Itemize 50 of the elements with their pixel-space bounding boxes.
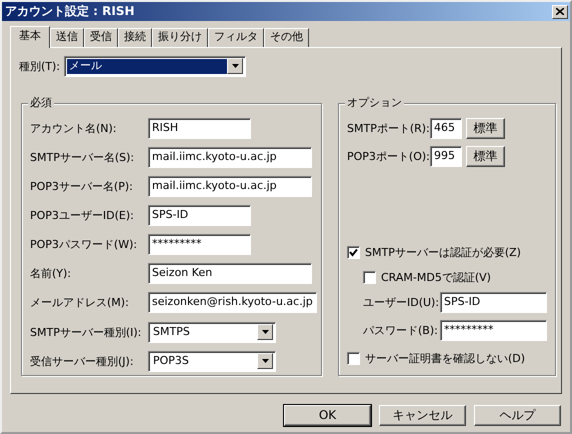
default-button[interactable]: 標準 [466, 146, 505, 167]
field-label: SMTPサーバー種別(I): [30, 326, 142, 340]
checkbox[interactable] [347, 352, 360, 365]
default-button[interactable]: 標準 [466, 118, 505, 139]
text-field[interactable]: ********* [148, 234, 251, 255]
tab[interactable]: 接続 [118, 28, 152, 47]
dropdown-field[interactable]: SMTPS [148, 322, 276, 343]
text-field[interactable]: seizonken@rish.kyoto-u.ac.jp [148, 292, 317, 313]
group-title: オプション [345, 96, 404, 110]
tab[interactable]: 基本 [10, 26, 50, 48]
tab[interactable]: 振り分け [152, 28, 208, 47]
field-label: メールアドレス(M): [30, 296, 130, 310]
checkbox-label[interactable]: SMTPサーバーは認証が必要(Z) [365, 246, 521, 260]
checkbox-label[interactable]: サーバー証明書を確認しない(D) [365, 352, 526, 366]
dialog-button[interactable]: OK [284, 405, 371, 426]
field-label: パスワード(B): [363, 324, 439, 338]
tab[interactable]: その他 [264, 28, 309, 47]
checkbox-label[interactable]: CRAM-MD5で認証(V) [381, 270, 491, 284]
field-label: POP3ポート(O): [347, 150, 430, 164]
text-field[interactable]: RISH [148, 118, 251, 139]
port-field[interactable]: 995 [430, 146, 462, 167]
field-label: アカウント名(N): [30, 122, 118, 136]
dialog-button[interactable]: ヘルプ [474, 405, 561, 426]
field-label: POP3ユーザーID(E): [30, 208, 135, 222]
checkbox[interactable] [363, 271, 376, 284]
group-title: 必須 [28, 96, 54, 110]
field-label: 受信サーバー種別(J): [30, 354, 135, 368]
text-field[interactable]: Seizon Ken [148, 263, 312, 284]
text-field[interactable]: SPS-ID [148, 205, 251, 226]
field-label: 名前(Y): [30, 266, 72, 280]
port-field[interactable]: 465 [430, 118, 462, 139]
field-label: 種別(T): [19, 60, 60, 74]
field-label: SMTPポート(R): [347, 122, 430, 136]
dialog-button[interactable]: キャンセル [379, 405, 466, 426]
field-label: POP3サーバー名(P): [30, 180, 134, 194]
tab[interactable]: フィルタ [208, 28, 264, 47]
text-field[interactable]: mail.iimc.kyoto-u.ac.jp [148, 176, 312, 197]
text-field[interactable]: mail.iimc.kyoto-u.ac.jp [148, 147, 312, 168]
field-label: ユーザーID(U): [363, 296, 440, 310]
text-field[interactable]: ********* [440, 320, 547, 341]
dropdown-field[interactable]: POP3S [148, 351, 276, 372]
text-field[interactable]: SPS-ID [440, 292, 547, 313]
field-label: POP3パスワード(W): [30, 238, 138, 252]
window-title: アカウント設定 : RISH [5, 4, 135, 19]
field-label: SMTPサーバー名(S): [30, 150, 136, 164]
checkbox[interactable] [347, 246, 360, 259]
type-dropdown[interactable]: メール [64, 56, 246, 77]
close-icon[interactable] [552, 4, 568, 18]
tab[interactable]: 受信 [84, 28, 118, 47]
tab[interactable]: 送信 [50, 28, 84, 47]
